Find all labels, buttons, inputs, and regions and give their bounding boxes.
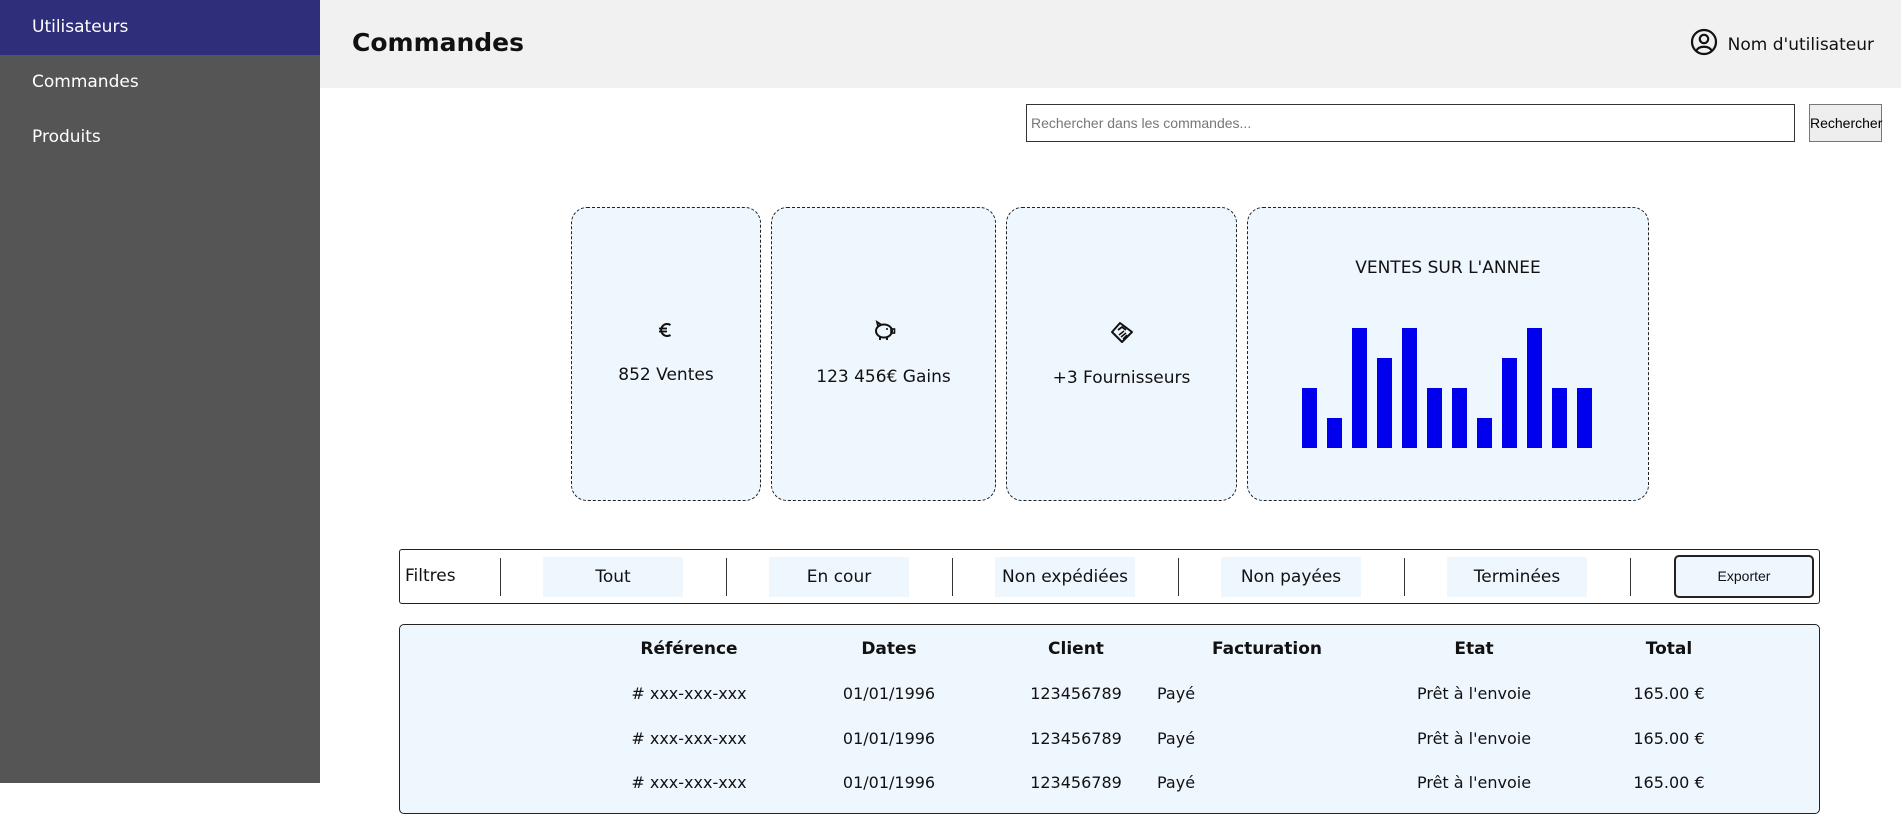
filter-non-expediees-button[interactable]: Non expédiées (995, 557, 1135, 597)
page-title: Commandes (352, 28, 525, 57)
cell-client: 123456789 (1030, 684, 1122, 703)
cell-facturation: Payé (1157, 729, 1196, 748)
gains-amount: 123 456€ Gains (816, 367, 951, 387)
user-menu[interactable]: Nom d'utilisateur (1690, 28, 1874, 61)
cell-facturation: Payé (1157, 684, 1196, 703)
chart-bar (1502, 358, 1517, 448)
chart-bar (1577, 388, 1592, 448)
filter-non-payees-button[interactable]: Non payées (1221, 557, 1361, 597)
divider (1178, 558, 1179, 596)
cell-reference: # xxx-xxx-xxx (631, 729, 747, 748)
sidebar-item-utilisateurs[interactable]: Utilisateurs (0, 0, 320, 55)
cell-date: 01/01/1996 (842, 684, 936, 703)
cell-total: 165.00 € (1633, 729, 1705, 748)
column-header-etat[interactable]: Etat (1414, 639, 1534, 659)
cell-total: 165.00 € (1633, 684, 1705, 703)
euro-icon (572, 320, 760, 340)
divider (500, 558, 501, 596)
filter-terminees-button[interactable]: Terminées (1447, 557, 1587, 597)
filter-tout-button[interactable]: Tout (543, 557, 683, 597)
divider (1630, 558, 1631, 596)
chart-title: VENTES SUR L'ANNEE (1355, 258, 1541, 278)
chart-bar (1377, 358, 1392, 448)
suppliers-card: +3 Fournisseurs (1006, 207, 1237, 501)
filters-bar: Filtres Tout En cour Non expédiées Non p… (399, 549, 1820, 604)
sidebar: Utilisateurs Commandes Produits (0, 0, 320, 783)
annual-sales-chart: VENTES SUR L'ANNEE (1247, 207, 1649, 501)
column-header-dates[interactable]: Dates (829, 639, 949, 659)
chart-bar (1452, 388, 1467, 448)
divider (726, 558, 727, 596)
column-header-reference[interactable]: Référence (629, 639, 749, 659)
user-circle-icon (1690, 28, 1718, 61)
export-button[interactable]: Exporter (1674, 555, 1814, 598)
chart-bar (1352, 328, 1367, 448)
orders-table: Référence Dates Client Facturation Etat … (399, 624, 1820, 814)
filters-label: Filtres (405, 566, 456, 586)
bar-chart (1302, 328, 1592, 448)
cell-reference: # xxx-xxx-xxx (631, 684, 747, 703)
sales-card: 852 Ventes (571, 207, 761, 501)
divider (1404, 558, 1405, 596)
chart-bar (1327, 418, 1342, 448)
column-header-client[interactable]: Client (1016, 639, 1136, 659)
piggy-bank-icon (772, 320, 995, 342)
chart-bar (1402, 328, 1417, 448)
cell-date: 01/01/1996 (842, 729, 936, 748)
chart-bar (1427, 388, 1442, 448)
header: Commandes Nom d'utilisateur (320, 0, 1901, 88)
gains-card: 123 456€ Gains (771, 207, 996, 501)
cell-etat: Prêt à l'envoie (1416, 729, 1532, 748)
sidebar-item-commandes[interactable]: Commandes (0, 55, 320, 110)
chart-bar (1302, 388, 1317, 448)
search-button[interactable]: Rechercher (1809, 104, 1882, 142)
filter-en-cour-button[interactable]: En cour (769, 557, 909, 597)
search-input[interactable] (1026, 104, 1795, 142)
sales-count: 852 Ventes (618, 365, 714, 385)
chart-bar (1527, 328, 1542, 448)
divider (952, 558, 953, 596)
column-header-facturation[interactable]: Facturation (1197, 639, 1337, 659)
cell-client: 123456789 (1030, 729, 1122, 748)
chart-bar (1477, 418, 1492, 448)
user-name: Nom d'utilisateur (1727, 34, 1874, 55)
column-header-total[interactable]: Total (1609, 639, 1729, 659)
handshake-icon (1007, 320, 1236, 344)
sidebar-item-produits[interactable]: Produits (0, 110, 320, 165)
suppliers-count: +3 Fournisseurs (1052, 368, 1191, 388)
chart-bar (1552, 388, 1567, 448)
cell-etat: Prêt à l'envoie (1416, 684, 1532, 703)
